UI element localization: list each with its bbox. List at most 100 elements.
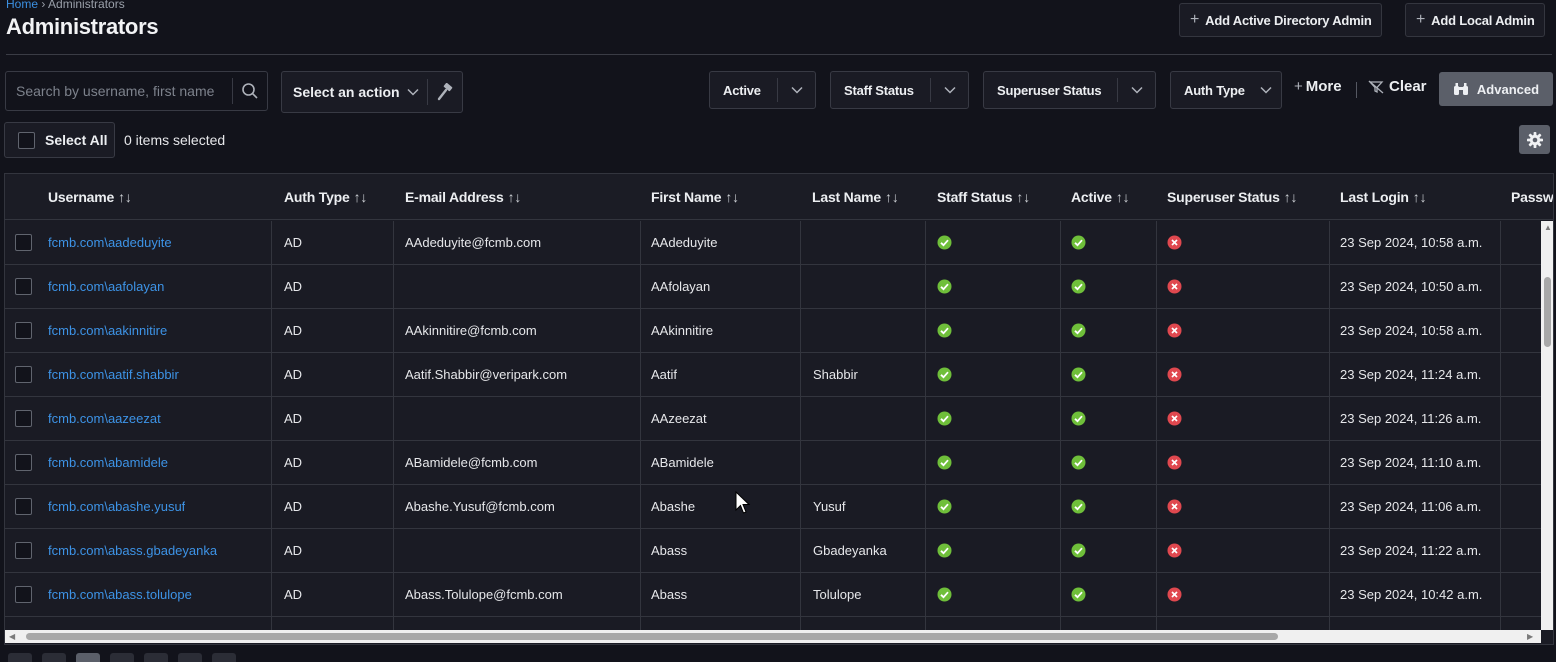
column-label: Active [1071, 189, 1112, 205]
row-checkbox[interactable] [15, 234, 32, 251]
username-link[interactable]: fcmb.com\abass.gbadeyanka [48, 529, 217, 572]
row-checkbox[interactable] [15, 498, 32, 515]
table-row[interactable]: fcmb.com\abamidele AD ABamidele@fcmb.com AB… [5, 441, 1541, 485]
vertical-scroll-thumb[interactable] [1544, 277, 1551, 347]
auth-type-cell: AD [284, 587, 303, 602]
page-button-current[interactable] [76, 653, 100, 662]
staff-status-cell [937, 221, 952, 264]
column-divider [640, 221, 641, 264]
clear-filters-button[interactable]: Clear [1368, 78, 1427, 95]
column-username[interactable]: Username ↑↓ [48, 174, 132, 220]
username-link[interactable]: fcmb.com\abamidele [48, 441, 168, 484]
username-link[interactable]: fcmb.com\aafolayan [48, 265, 164, 308]
add-local-admin-button[interactable]: + Add Local Admin [1405, 3, 1545, 37]
column-last-login[interactable]: Last Login ↑↓ [1340, 174, 1427, 220]
column-label: First Name [651, 189, 722, 205]
column-last-name[interactable]: Last Name ↑↓ [812, 174, 899, 220]
pagination [8, 653, 236, 662]
check-circle-icon [937, 455, 952, 470]
page-button[interactable] [178, 653, 202, 662]
toolbar-divider [1356, 82, 1357, 98]
auth-type-cell: AD [284, 499, 303, 514]
username-link[interactable]: fcmb.com\aatif.shabbir [48, 353, 179, 396]
first-name-cell: Abass [651, 587, 688, 602]
row-checkbox[interactable] [15, 366, 32, 383]
last-login-cell: 23 Sep 2024, 10:42 a.m. [1340, 587, 1483, 602]
check-circle-icon [1071, 411, 1086, 426]
auth-type-cell: AD [284, 367, 303, 382]
page-button[interactable] [42, 653, 66, 662]
column-divider [1500, 617, 1501, 630]
row-checkbox[interactable] [15, 454, 32, 471]
add-local-admin-label: Add Local Admin [1431, 12, 1535, 28]
username-link[interactable]: fcmb.com\abass.tolulope [48, 573, 192, 616]
page-button[interactable] [8, 653, 32, 662]
page-button[interactable] [110, 653, 134, 662]
column-password[interactable]: Passw [1511, 174, 1554, 220]
column-first-name[interactable]: First Name ↑↓ [651, 174, 739, 220]
advanced-search-button[interactable]: Advanced [1439, 72, 1553, 106]
plus-icon: + [1190, 11, 1200, 28]
hammer-icon[interactable] [428, 83, 462, 101]
table-row[interactable]: fcmb.com\aazeezat AD AAzeezat 23 Sep 2024, … [5, 397, 1541, 441]
page-button[interactable] [212, 653, 236, 662]
username-link[interactable]: fcmb.com\aazeezat [48, 397, 161, 440]
scroll-up-icon[interactable]: ▲ [1544, 223, 1552, 232]
column-staff-status[interactable]: Staff Status ↑↓ [937, 174, 1030, 220]
column-auth-type[interactable]: Auth Type ↑↓ [284, 174, 367, 220]
table-row[interactable] [5, 617, 1541, 630]
column-divider [1060, 353, 1061, 396]
row-checkbox[interactable] [15, 278, 32, 295]
column-email[interactable]: E-mail Address ↑↓ [405, 174, 521, 220]
table-row[interactable]: fcmb.com\abashe.yusuf AD Abashe.Yusuf@fcmb… [5, 485, 1541, 529]
filter-active-label: Active [723, 82, 761, 98]
search-box[interactable]: Search by username, first name [5, 71, 268, 111]
page-button[interactable] [144, 653, 168, 662]
superuser-status-cell [1167, 441, 1182, 484]
table-row[interactable]: fcmb.com\abass.gbadeyanka AD Abass Gbadeyan… [5, 529, 1541, 573]
column-divider [271, 617, 272, 630]
filter-active[interactable]: Active [709, 71, 816, 109]
table-row[interactable]: fcmb.com\abass.tolulope AD Abass.Tolulope@… [5, 573, 1541, 617]
column-divider [1060, 265, 1061, 308]
gear-icon[interactable] [1519, 125, 1550, 154]
horizontal-scroll-thumb[interactable] [26, 633, 1278, 640]
search-icon[interactable] [233, 82, 267, 100]
check-circle-icon [937, 279, 952, 294]
scroll-right-icon[interactable]: ▶ [1527, 632, 1533, 641]
column-active[interactable]: Active ↑↓ [1071, 174, 1130, 220]
table-row[interactable]: fcmb.com\aakinnitire AD AAkinnitire@fcmb.c… [5, 309, 1541, 353]
x-circle-icon [1167, 411, 1182, 426]
vertical-scrollbar[interactable]: ▲ [1541, 221, 1553, 630]
row-checkbox[interactable] [15, 410, 32, 427]
more-filters-button[interactable]: + More [1294, 78, 1342, 95]
table-row[interactable]: fcmb.com\aafolayan AD AAfolayan 23 Sep 2024… [5, 265, 1541, 309]
table-row[interactable]: fcmb.com\aadeduyite AD AAdeduyite@fcmb.com… [5, 221, 1541, 265]
table-row[interactable]: fcmb.com\aatif.shabbir AD Aatif.Shabbir@ve… [5, 353, 1541, 397]
active-cell [1071, 441, 1086, 484]
horizontal-scrollbar[interactable]: ◀ ▶ [5, 630, 1541, 643]
select-all-button[interactable]: Select All [4, 122, 115, 158]
column-divider [1156, 573, 1157, 616]
search-input[interactable]: Search by username, first name [6, 83, 232, 99]
filter-superuser-status[interactable]: Superuser Status [983, 71, 1156, 109]
scroll-left-icon[interactable]: ◀ [9, 632, 15, 641]
column-label: Passw [1511, 189, 1554, 205]
row-checkbox[interactable] [15, 586, 32, 603]
column-divider [1156, 353, 1157, 396]
column-label: Staff Status [937, 189, 1013, 205]
filter-auth-type[interactable]: Auth Type [1170, 71, 1282, 109]
username-link[interactable]: fcmb.com\aadeduyite [48, 221, 172, 264]
row-checkbox[interactable] [15, 542, 32, 559]
filter-staff-status[interactable]: Staff Status [830, 71, 969, 109]
username-link[interactable]: fcmb.com\abashe.yusuf [48, 485, 185, 528]
username-link[interactable]: fcmb.com\aakinnitire [48, 309, 167, 352]
row-checkbox[interactable] [15, 322, 32, 339]
check-circle-icon [937, 411, 952, 426]
row-select-cell [5, 265, 45, 308]
select-all-checkbox[interactable] [18, 131, 35, 149]
action-select[interactable]: Select an action [281, 71, 463, 113]
column-superuser-status[interactable]: Superuser Status ↑↓ [1167, 174, 1298, 220]
add-active-directory-admin-button[interactable]: + Add Active Directory Admin [1179, 3, 1382, 37]
breadcrumb-home[interactable]: Home [6, 0, 38, 11]
